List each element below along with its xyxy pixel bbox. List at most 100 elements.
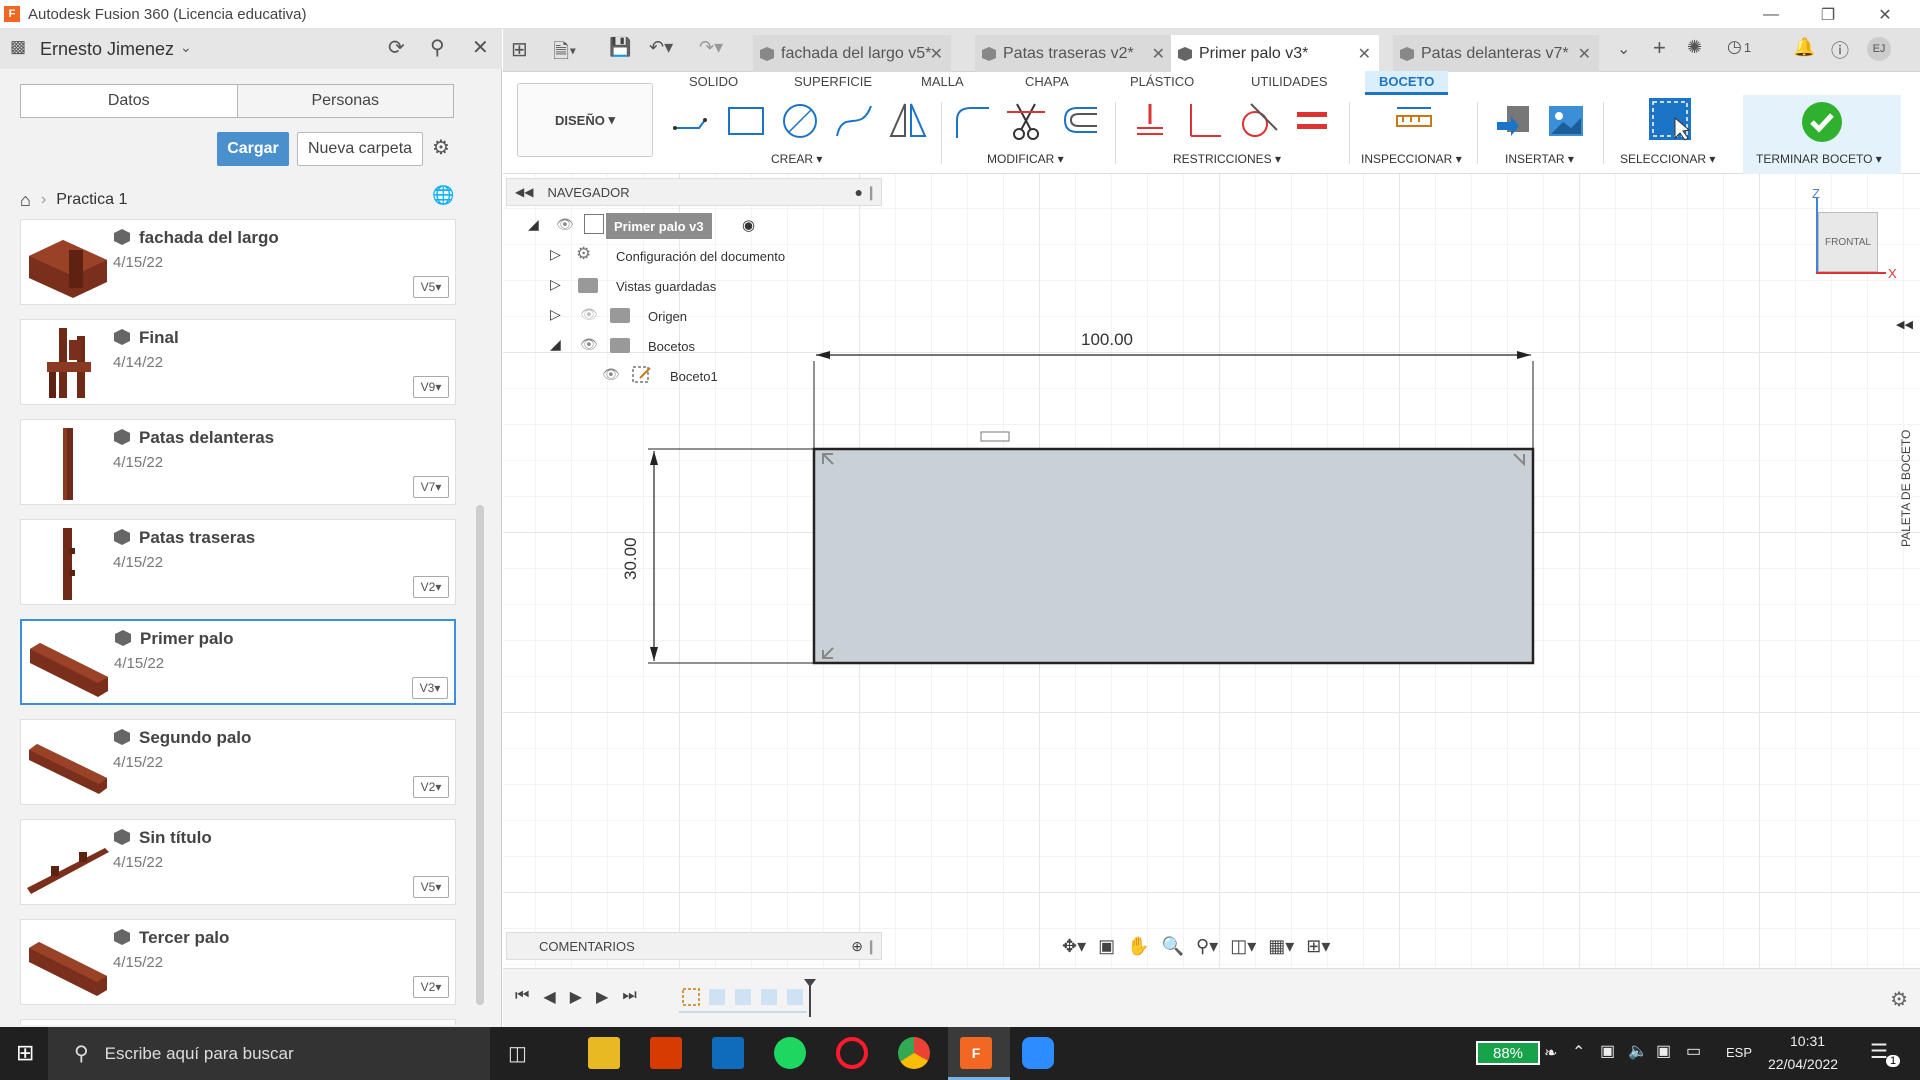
tab-malla[interactable]: MALLA	[921, 74, 964, 89]
inspeccionar-group-label[interactable]: INSPECCIONAR ▾	[1361, 152, 1462, 166]
spotify-icon[interactable]	[774, 1037, 806, 1069]
battery-percentage[interactable]: 88%	[1476, 1041, 1540, 1065]
tab-superficie[interactable]: SUPERFICIE	[794, 74, 872, 89]
finish-sketch-checkmark-icon[interactable]	[1801, 101, 1843, 143]
display-settings-icon[interactable]: ◫▾	[1230, 936, 1256, 957]
version-badge[interactable]: V2 ▾	[413, 776, 449, 798]
refresh-icon[interactable]: ⟳	[388, 35, 405, 60]
tab-document[interactable]: Patas delanteras v7* ✕	[1393, 35, 1599, 72]
browser-header[interactable]: ◀◀ NAVEGADOR ● ❙	[506, 178, 882, 206]
version-badge[interactable]: V2 ▾	[413, 576, 449, 598]
windows-start-icon[interactable]: ⊞	[16, 1040, 34, 1066]
browser-row-sketches[interactable]: Bocetos	[648, 333, 695, 359]
tab-datos[interactable]: Datos	[21, 85, 237, 117]
list-item[interactable]: fachada del largo 4/15/22 V5 ▾	[20, 219, 456, 305]
list-item[interactable]: Final 4/14/22 V9 ▾	[20, 319, 456, 405]
timeline-play-icon[interactable]: ▶	[570, 987, 582, 1007]
insert-image-icon[interactable]	[1545, 100, 1587, 142]
zoom-app-icon[interactable]	[1022, 1037, 1054, 1069]
fit-icon[interactable]: ⚲▾	[1196, 936, 1218, 957]
viewports-icon[interactable]: ⊞▾	[1306, 936, 1330, 957]
workspace-selector[interactable]: DISEÑO ▾	[517, 83, 653, 157]
user-avatar[interactable]: EJ	[1867, 37, 1891, 61]
taskbar-search[interactable]: ⚲ Escribe aquí para buscar	[48, 1027, 490, 1080]
task-view-icon[interactable]: ◫	[508, 1041, 527, 1066]
tangent-constraint-icon[interactable]	[1237, 100, 1279, 142]
view-cube[interactable]: FRONTAL	[1818, 212, 1878, 272]
expand-palette-icon[interactable]: ◀◀	[1896, 318, 1913, 331]
timeline-features[interactable]	[679, 979, 839, 1019]
job-status-icon[interactable]: ◷ 1	[1727, 37, 1751, 57]
expand-triangle-icon[interactable]: ▷	[550, 276, 561, 293]
timeline-previous-icon[interactable]: ◀	[543, 987, 555, 1007]
collapse-triangle-icon[interactable]: ◢	[528, 216, 539, 233]
notification-bell-icon[interactable]: 🔔	[1793, 37, 1815, 58]
list-item[interactable]: Segundo palo 4/15/22 V2 ▾	[20, 719, 456, 805]
coincident-constraint-icon[interactable]	[1129, 100, 1171, 142]
modificar-group-label[interactable]: MODIFICAR ▾	[987, 152, 1064, 166]
tab-solido[interactable]: SOLIDO	[689, 74, 738, 89]
visibility-eye-icon[interactable]: 👁	[602, 366, 620, 383]
timeline-next-icon[interactable]: ▶	[596, 987, 608, 1007]
clock-time[interactable]: 10:31	[1790, 1033, 1825, 1049]
version-badge[interactable]: V3 ▾	[412, 677, 448, 699]
trim-scissors-icon[interactable]	[1005, 100, 1047, 142]
close-tab-icon[interactable]: ✕	[1578, 44, 1591, 64]
globe-icon[interactable]: 🌐	[432, 185, 454, 206]
browser-pin-icon[interactable]: ●	[855, 184, 863, 200]
add-comment-icon[interactable]: ⊕	[851, 938, 863, 955]
rectangle-tool-icon[interactable]	[725, 100, 767, 142]
height-dimension-value[interactable]: 30.00	[621, 537, 641, 580]
scrollbar[interactable]	[476, 505, 484, 1005]
hidden-eye-icon[interactable]: 👁	[580, 306, 598, 323]
expand-triangle-icon[interactable]: ▷	[550, 246, 561, 263]
browser-row-sketch1[interactable]: Boceto1	[670, 363, 718, 389]
comments-resize-icon[interactable]: ❙	[865, 938, 877, 955]
look-at-icon[interactable]: ▣	[1098, 936, 1115, 957]
browser-root[interactable]: Primer palo v3	[606, 213, 712, 239]
display-icon[interactable]: ▣	[1656, 1041, 1671, 1061]
gear-icon[interactable]: ⚙	[432, 135, 450, 160]
network-icon[interactable]: ▣	[1600, 1041, 1615, 1061]
version-badge[interactable]: V9 ▾	[413, 376, 449, 398]
tab-document[interactable]: fachada del largo v5* ✕	[753, 35, 951, 72]
width-dimension-value[interactable]: 100.00	[1081, 330, 1133, 350]
new-tab-icon[interactable]: +	[1653, 35, 1666, 61]
browser-row-document-settings[interactable]: Configuración del documento	[616, 243, 785, 269]
tab-personas[interactable]: Personas	[236, 85, 453, 117]
select-tool-icon[interactable]	[1647, 96, 1693, 142]
list-item[interactable]: Tercer palo 4/15/22 V2 ▾	[20, 919, 456, 1005]
perpendicular-constraint-icon[interactable]	[1183, 100, 1225, 142]
restricciones-group-label[interactable]: RESTRICCIONES ▾	[1173, 152, 1281, 166]
chrome-icon[interactable]	[898, 1037, 930, 1069]
spline-tool-icon[interactable]	[833, 100, 875, 142]
minimize-icon[interactable]: —	[1748, 0, 1794, 29]
equal-constraint-icon[interactable]	[1291, 100, 1333, 142]
chevron-up-icon[interactable]: ⌃	[1572, 1042, 1585, 1062]
finish-sketch-label[interactable]: TERMINAR BOCETO ▾	[1756, 152, 1882, 166]
version-badge[interactable]: V7 ▾	[413, 476, 449, 498]
file-explorer-icon[interactable]	[588, 1037, 620, 1069]
file-menu-icon[interactable]: 🗎▾	[553, 37, 576, 71]
close-panel-icon[interactable]: ✕	[472, 35, 489, 60]
pan-hand-icon[interactable]: ✋	[1127, 936, 1149, 957]
orbit-icon[interactable]: ✥▾	[1062, 936, 1086, 957]
save-icon[interactable]: 💾	[609, 37, 631, 58]
mirror-tool-icon[interactable]	[887, 100, 929, 142]
tab-boceto[interactable]: BOCETO	[1365, 71, 1449, 95]
circle-tool-icon[interactable]	[779, 100, 821, 142]
fillet-tool-icon[interactable]	[951, 100, 993, 142]
browser-row-named-views[interactable]: Vistas guardadas	[616, 273, 716, 299]
browser-resize-icon[interactable]: ❙	[865, 184, 877, 201]
version-badge[interactable]: V5 ▾	[413, 876, 449, 898]
version-badge[interactable]: V2 ▾	[413, 976, 449, 998]
office-icon[interactable]	[650, 1037, 682, 1069]
close-tab-icon[interactable]: ✕	[1152, 44, 1165, 64]
undo-icon[interactable]: ↶▾	[649, 37, 673, 58]
grid-settings-icon[interactable]: ▦▾	[1268, 936, 1294, 957]
restore-icon[interactable]: ❐	[1805, 0, 1851, 29]
new-folder-button[interactable]: Nueva carpeta	[297, 132, 423, 166]
expand-triangle-icon[interactable]: ▷	[550, 306, 561, 323]
list-item[interactable]: Patas delanteras 4/15/22 V7 ▾	[20, 419, 456, 505]
timeline-settings-gear-icon[interactable]: ⚙	[1890, 987, 1908, 1012]
